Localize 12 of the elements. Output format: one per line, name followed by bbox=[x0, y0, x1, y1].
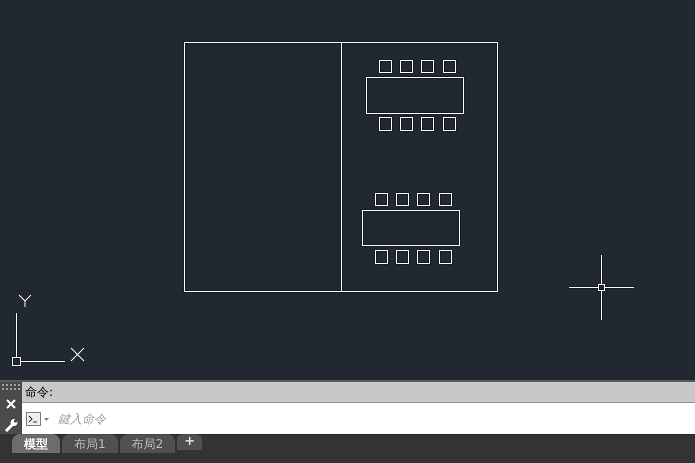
crosshair-cursor bbox=[568, 254, 634, 320]
wrench-icon[interactable] bbox=[4, 418, 18, 432]
ucs-icon bbox=[12, 294, 84, 366]
layout-tab[interactable]: 模型 bbox=[12, 434, 60, 453]
add-layout-tab[interactable]: + bbox=[177, 434, 202, 450]
command-input-field[interactable]: 鍵入命令 bbox=[54, 410, 691, 428]
prompt-dropdown-icon[interactable] bbox=[26, 412, 50, 426]
layout-tab[interactable]: 布局1 bbox=[62, 434, 118, 453]
grip-icon[interactable] bbox=[2, 384, 20, 390]
command-prompt-text: 命令: bbox=[25, 385, 54, 399]
layout-tab[interactable]: 布局2 bbox=[120, 434, 176, 453]
close-icon[interactable] bbox=[6, 399, 16, 409]
